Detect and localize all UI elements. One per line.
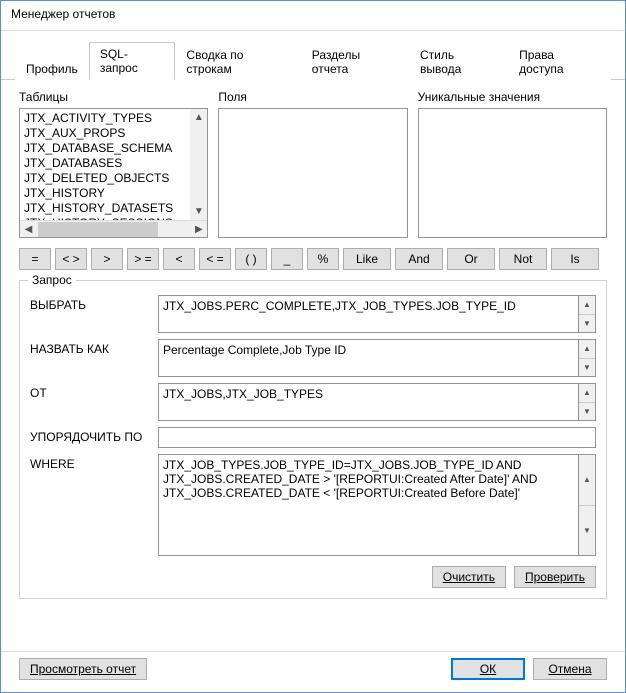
- op-is-button[interactable]: Is: [551, 248, 599, 270]
- where-input[interactable]: JTX_JOB_TYPES.JOB_TYPE_ID=JTX_JOBS.JOB_T…: [158, 454, 579, 556]
- tables-label: Таблицы: [19, 90, 208, 104]
- table-row[interactable]: JTX_DATABASES: [22, 156, 205, 171]
- table-row[interactable]: JTX_AUX_PROPS: [22, 126, 205, 141]
- scroll-up-icon[interactable]: ▲: [190, 109, 207, 126]
- select-row: ВЫБРАТЬ JTX_JOBS.PERC_COMPLETE,JTX_JOB_T…: [30, 295, 596, 333]
- operators-row: = < > > > = < < = ( ) _ % Like And Or No…: [19, 248, 607, 270]
- as-label: НАЗВАТЬ КАК: [30, 339, 150, 356]
- where-spin: ▲ ▼: [579, 454, 596, 556]
- op-paren-button[interactable]: ( ): [235, 248, 267, 270]
- spin-down-icon[interactable]: ▼: [579, 315, 595, 333]
- window-titlebar: Менеджер отчетов: [1, 1, 625, 31]
- window-title: Менеджер отчетов: [11, 7, 115, 21]
- as-row: НАЗВАТЬ КАК Percentage Complete,Job Type…: [30, 339, 596, 377]
- table-row[interactable]: JTX_DATABASE_SCHEMA: [22, 141, 205, 156]
- preview-report-button[interactable]: Просмотреть отчет: [19, 658, 147, 680]
- scroll-thumb[interactable]: [38, 222, 158, 237]
- tab-row-summary[interactable]: Сводка по строкам: [175, 43, 300, 80]
- op-gt-button[interactable]: >: [91, 248, 123, 270]
- tables-vscroll[interactable]: ▲ ▼: [190, 109, 207, 220]
- from-row: ОТ JTX_JOBS,JTX_JOB_TYPES ▲ ▼: [30, 383, 596, 421]
- op-eq-button[interactable]: =: [19, 248, 51, 270]
- spin-down-icon[interactable]: ▼: [579, 506, 595, 556]
- op-or-button[interactable]: Or: [447, 248, 495, 270]
- spin-down-icon[interactable]: ▼: [579, 359, 595, 377]
- table-row[interactable]: JTX_ACTIVITY_TYPES: [22, 111, 205, 126]
- from-input[interactable]: JTX_JOBS,JTX_JOB_TYPES: [158, 383, 579, 421]
- ok-button[interactable]: ОК: [451, 658, 525, 680]
- clear-button[interactable]: Очистить: [432, 566, 506, 588]
- select-input[interactable]: JTX_JOBS.PERC_COMPLETE,JTX_JOB_TYPES.JOB…: [158, 295, 579, 333]
- op-underscore-button[interactable]: _: [271, 248, 303, 270]
- verify-button[interactable]: Проверить: [514, 566, 596, 588]
- op-ne-button[interactable]: < >: [55, 248, 87, 270]
- tab-report-sections[interactable]: Разделы отчета: [301, 43, 409, 80]
- op-not-button[interactable]: Not: [499, 248, 547, 270]
- unique-label: Уникальные значения: [418, 90, 607, 104]
- scroll-right-icon[interactable]: ▶: [190, 221, 207, 238]
- table-row[interactable]: JTX_DELETED_OBJECTS: [22, 171, 205, 186]
- tab-sql-query[interactable]: SQL-запрос: [89, 42, 176, 80]
- select-spin: ▲ ▼: [579, 295, 596, 333]
- query-actions: Очистить Проверить: [30, 562, 596, 588]
- tab-output-style[interactable]: Стиль вывода: [409, 43, 508, 80]
- op-like-button[interactable]: Like: [343, 248, 391, 270]
- as-input[interactable]: Percentage Complete,Job Type ID: [158, 339, 579, 377]
- spin-up-icon[interactable]: ▲: [579, 384, 595, 403]
- scroll-track[interactable]: [190, 126, 207, 203]
- op-le-button[interactable]: < =: [199, 248, 231, 270]
- table-row[interactable]: JTX_HISTORY: [22, 186, 205, 201]
- bottombar: Просмотреть отчет ОК Отмена: [1, 651, 625, 692]
- scroll-down-icon[interactable]: ▼: [190, 203, 207, 220]
- unique-listbox[interactable]: [418, 108, 607, 238]
- op-percent-button[interactable]: %: [307, 248, 339, 270]
- tab-profile[interactable]: Профиль: [15, 57, 89, 80]
- cancel-button[interactable]: Отмена: [533, 658, 607, 680]
- report-manager-window: Менеджер отчетов Профиль SQL-запрос Свод…: [0, 0, 626, 693]
- scroll-left-icon[interactable]: ◀: [20, 221, 37, 238]
- query-legend: Запрос: [28, 273, 76, 287]
- orderby-label: УПОРЯДОЧИТЬ ПО: [30, 427, 150, 444]
- spin-down-icon[interactable]: ▼: [579, 403, 595, 421]
- op-ge-button[interactable]: > =: [127, 248, 159, 270]
- where-row: WHERE JTX_JOB_TYPES.JOB_TYPE_ID=JTX_JOBS…: [30, 454, 596, 556]
- from-spin: ▲ ▼: [579, 383, 596, 421]
- orderby-row: УПОРЯДОЧИТЬ ПО: [30, 427, 596, 448]
- spin-up-icon[interactable]: ▲: [579, 296, 595, 315]
- table-row[interactable]: JTX_HISTORY_DATASETS: [22, 201, 205, 216]
- where-label: WHERE: [30, 454, 150, 471]
- unique-column: Уникальные значения: [418, 90, 607, 238]
- spin-up-icon[interactable]: ▲: [579, 340, 595, 359]
- select-label: ВЫБРАТЬ: [30, 295, 150, 312]
- tab-permissions[interactable]: Права доступа: [508, 43, 611, 80]
- fields-listbox[interactable]: [218, 108, 407, 238]
- tables-listbox[interactable]: JTX_ACTIVITY_TYPES JTX_AUX_PROPS JTX_DAT…: [19, 108, 208, 238]
- tab-content: Таблицы JTX_ACTIVITY_TYPES JTX_AUX_PROPS…: [1, 80, 625, 651]
- as-spin: ▲ ▼: [579, 339, 596, 377]
- orderby-input[interactable]: [158, 427, 596, 448]
- tables-items: JTX_ACTIVITY_TYPES JTX_AUX_PROPS JTX_DAT…: [20, 109, 207, 220]
- tables-hscroll[interactable]: ◀ ▶: [20, 220, 207, 237]
- query-groupbox: Запрос ВЫБРАТЬ JTX_JOBS.PERC_COMPLETE,JT…: [19, 280, 607, 599]
- top-panels-row: Таблицы JTX_ACTIVITY_TYPES JTX_AUX_PROPS…: [19, 90, 607, 238]
- spin-up-icon[interactable]: ▲: [579, 455, 595, 506]
- tables-column: Таблицы JTX_ACTIVITY_TYPES JTX_AUX_PROPS…: [19, 90, 208, 238]
- fields-label: Поля: [218, 90, 407, 104]
- op-lt-button[interactable]: <: [163, 248, 195, 270]
- from-label: ОТ: [30, 383, 150, 400]
- tabbar: Профиль SQL-запрос Сводка по строкам Раз…: [1, 31, 625, 80]
- fields-column: Поля: [218, 90, 407, 238]
- op-and-button[interactable]: And: [395, 248, 443, 270]
